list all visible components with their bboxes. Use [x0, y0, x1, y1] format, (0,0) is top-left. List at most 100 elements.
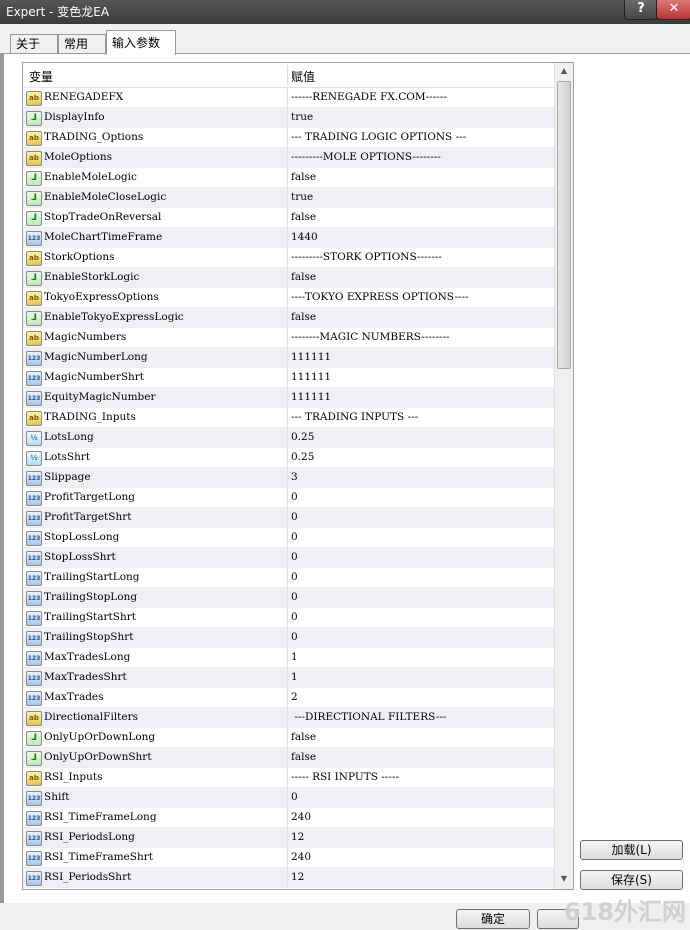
parameter-value[interactable]: 0: [291, 511, 298, 523]
parameter-value[interactable]: 111111: [291, 351, 331, 363]
parameter-value[interactable]: 3: [291, 471, 298, 483]
table-row[interactable]: 123 Shift 0: [23, 788, 554, 808]
table-row[interactable]: ab TokyoExpressOptions ----TOKYO EXPRESS O…: [23, 288, 554, 308]
table-row[interactable]: ⅃ EnableMoleCloseLogic true: [23, 188, 554, 208]
parameter-value[interactable]: 1: [291, 671, 298, 683]
table-row[interactable]: ab StorkOptions ---------STORK OPTIONS----…: [23, 248, 554, 268]
table-row[interactable]: 123 StopLossShrt 0: [23, 548, 554, 568]
table-row[interactable]: ab RSI_Inputs ----- RSI INPUTS -----: [23, 768, 554, 788]
parameter-value[interactable]: true: [291, 191, 313, 203]
parameter-value[interactable]: 0: [291, 611, 298, 623]
parameter-value[interactable]: ---------STORK OPTIONS-------: [291, 251, 442, 263]
parameter-value[interactable]: 240: [291, 811, 311, 823]
table-row[interactable]: 123 ProfitTargetLong 0: [23, 488, 554, 508]
column-separator: [287, 808, 288, 828]
parameter-name: EquityMagicNumber: [44, 391, 156, 403]
table-row[interactable]: ⅃ OnlyUpOrDownShrt false: [23, 748, 554, 768]
parameter-value[interactable]: ----- RSI INPUTS -----: [291, 771, 399, 783]
table-row[interactable]: ⅃ EnableTokyoExpressLogic false: [23, 308, 554, 328]
table-row[interactable]: ab MagicNumbers --------MAGIC NUMBERS-----…: [23, 328, 554, 348]
table-row[interactable]: 123 MaxTradesLong 1: [23, 648, 554, 668]
table-row[interactable]: 123 TrailingStopShrt 0: [23, 628, 554, 648]
save-button[interactable]: 保存(S): [580, 870, 683, 890]
scroll-up-icon[interactable]: ▲: [555, 63, 573, 79]
table-row[interactable]: ab RENEGADEFX ------RENEGADE FX.COM------: [23, 88, 554, 108]
table-row[interactable]: 123 RSI_TimeFrameShrt 240: [23, 848, 554, 868]
parameter-value[interactable]: ------RENEGADE FX.COM------: [291, 91, 447, 103]
table-row[interactable]: 123 MaxTrades 2: [23, 688, 554, 708]
table-row[interactable]: 123 ProfitTargetShrt 0: [23, 508, 554, 528]
table-row[interactable]: 123 TrailingStartShrt 0: [23, 608, 554, 628]
column-header-value[interactable]: 赋值: [291, 68, 315, 85]
parameter-value[interactable]: false: [291, 751, 316, 763]
parameter-value[interactable]: 0: [291, 491, 298, 503]
table-row[interactable]: ½ LotsLong 0.25: [23, 428, 554, 448]
ok-button[interactable]: 确定: [456, 909, 530, 929]
parameter-value[interactable]: 0: [291, 791, 298, 803]
table-row[interactable]: 123 TrailingStartLong 0: [23, 568, 554, 588]
load-button[interactable]: 加载(L): [580, 840, 683, 860]
parameter-value[interactable]: --------MAGIC NUMBERS--------: [291, 331, 450, 343]
boolean-type-icon: ⅃: [26, 211, 42, 226]
parameter-list[interactable]: 变量 赋值 ab RENEGADEFX ------RENEGADE FX.COM-…: [22, 62, 574, 890]
parameter-value[interactable]: true: [291, 111, 313, 123]
table-row[interactable]: ab TRADING_Options --- TRADING LOGIC OPTIO…: [23, 128, 554, 148]
table-row[interactable]: 123 Slippage 3: [23, 468, 554, 488]
parameter-value[interactable]: 0: [291, 571, 298, 583]
table-row[interactable]: 123 MaxTradesShrt 1: [23, 668, 554, 688]
tab-common[interactable]: 常用: [58, 34, 106, 54]
table-row[interactable]: 123 EquityMagicNumber 111111: [23, 388, 554, 408]
close-button[interactable]: ✕: [656, 0, 690, 20]
parameter-value[interactable]: 1: [291, 651, 298, 663]
scroll-thumb[interactable]: [557, 81, 571, 369]
parameter-value[interactable]: 240: [291, 851, 311, 863]
table-row[interactable]: ab MoleOptions ---------MOLE OPTIONS------…: [23, 148, 554, 168]
table-row[interactable]: ⅃ EnableStorkLogic false: [23, 268, 554, 288]
parameter-value[interactable]: ---DIRECTIONAL FILTERS---: [291, 711, 446, 723]
parameter-value[interactable]: 0: [291, 591, 298, 603]
parameter-value[interactable]: 1440: [291, 231, 318, 243]
table-row[interactable]: 123 MoleChartTimeFrame 1440: [23, 228, 554, 248]
table-row[interactable]: ab DirectionalFilters ---DIRECTIONAL FILT…: [23, 708, 554, 728]
table-row[interactable]: 123 RSI_PeriodsLong 12: [23, 828, 554, 848]
table-row[interactable]: 123 RSI_TimeFrameLong 240: [23, 808, 554, 828]
vertical-scrollbar[interactable]: ▲ ▼: [554, 63, 573, 889]
table-row[interactable]: 123 RSI_PeriodsShrt 12: [23, 868, 554, 888]
tab-inputs[interactable]: 输入参数: [106, 30, 176, 55]
table-row[interactable]: ab TRADING_Inputs --- TRADING INPUTS ---: [23, 408, 554, 428]
parameter-value[interactable]: false: [291, 311, 316, 323]
parameter-value[interactable]: --- TRADING INPUTS ---: [291, 411, 418, 423]
parameter-value[interactable]: false: [291, 731, 316, 743]
parameter-value[interactable]: 12: [291, 831, 304, 843]
parameter-value[interactable]: 0.25: [291, 451, 314, 463]
parameter-value[interactable]: 2: [291, 691, 298, 703]
parameter-value[interactable]: ----TOKYO EXPRESS OPTIONS----: [291, 291, 469, 303]
table-row[interactable]: ⅃ EnableMoleLogic false: [23, 168, 554, 188]
parameter-name: MaxTradesLong: [44, 651, 131, 663]
parameter-value[interactable]: --- TRADING LOGIC OPTIONS ---: [291, 131, 466, 143]
column-separator: [287, 388, 288, 408]
tab-about[interactable]: 关于: [10, 34, 58, 54]
parameter-value[interactable]: false: [291, 211, 316, 223]
table-row[interactable]: 123 MagicNumberLong 111111: [23, 348, 554, 368]
parameter-value[interactable]: 0: [291, 531, 298, 543]
parameter-value[interactable]: 0: [291, 551, 298, 563]
table-row[interactable]: 123 MagicNumberShrt 111111: [23, 368, 554, 388]
table-row[interactable]: ½ LotsShrt 0.25: [23, 448, 554, 468]
table-row[interactable]: ⅃ OnlyUpOrDownLong false: [23, 728, 554, 748]
scroll-down-icon[interactable]: ▼: [555, 871, 573, 887]
parameter-value[interactable]: 0.25: [291, 431, 314, 443]
table-row[interactable]: ⅃ StopTradeOnReversal false: [23, 208, 554, 228]
table-row[interactable]: 123 TrailingStopLong 0: [23, 588, 554, 608]
parameter-value[interactable]: 111111: [291, 371, 331, 383]
parameter-value[interactable]: false: [291, 271, 316, 283]
parameter-value[interactable]: 111111: [291, 391, 331, 403]
parameter-value[interactable]: ---------MOLE OPTIONS--------: [291, 151, 441, 163]
table-row[interactable]: 123 StopLossLong 0: [23, 528, 554, 548]
parameter-value[interactable]: 12: [291, 871, 304, 883]
parameter-value[interactable]: 0: [291, 631, 298, 643]
help-button[interactable]: ?: [624, 0, 658, 20]
parameter-value[interactable]: false: [291, 171, 316, 183]
column-header-variable[interactable]: 变量: [29, 68, 53, 85]
table-row[interactable]: ⅃ DisplayInfo true: [23, 108, 554, 128]
